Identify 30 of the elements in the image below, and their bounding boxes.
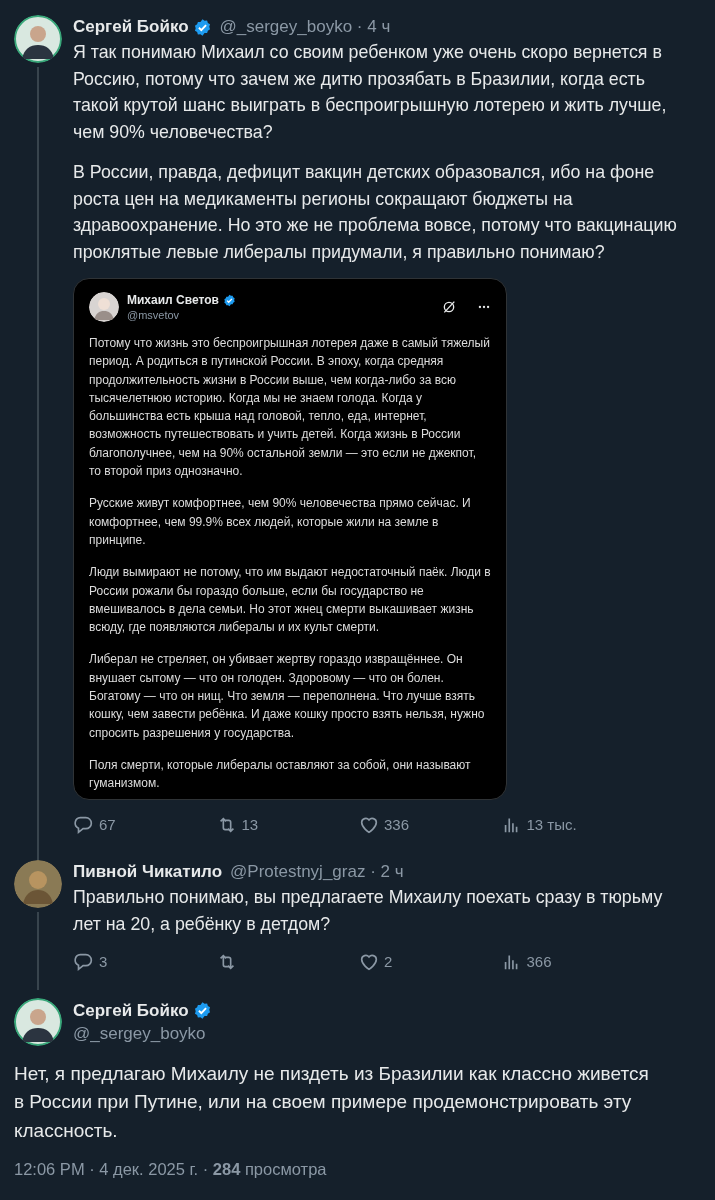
post-text: Потому что жизнь это беспроигрышная лотерея даже в самый тяжелый период. А родиться в путинской России. В эпоху, когда средняя продолжительность жизни в России выше, чем когда-либо за всю тысячелетнюю историю. Когда мы не знаем голода. Когда у большинства есть крыша над головой, тепло, еда, интернет, возможность путешествовать и учить детей. Когда жизнь в России благополучнее, чем на 90% остальной земли — это если не джекпот, то второй приз однозначно. bbox=[89, 335, 491, 481]
post-timestamp: 12:06 PM · 4 дек. 2025 г. · 284 просмотра bbox=[14, 1159, 328, 1181]
post-text: Я так понимаю Михаил со своим ребенком уже очень скоро вернется в Россию, потому что зачем же дитю прозябать в Бразилии, когда есть такой крутой шанс выиграть в беспроигрышную лотерею и жить лучше, чем 90% человечества? bbox=[73, 41, 668, 144]
handle-time: @Protestnyj_graz · 2 ч bbox=[230, 861, 404, 884]
author-name[interactable]: Пивной Чикатило bbox=[73, 860, 223, 885]
handle-text: @msvetov bbox=[127, 309, 181, 322]
avatar[interactable] bbox=[14, 860, 62, 909]
action-button[interactable]: 3 bbox=[73, 951, 108, 974]
post-text: Поля смерти, которые либералы оставляют за собой, они называют гуманизмом. bbox=[89, 756, 472, 793]
author-name[interactable]: Михаил Светов bbox=[127, 291, 219, 309]
post-text: Нет, я предлагаю Михаилу не пиздеть из Бразилии как классно живется в России при Путине, или на своем примере продемонстрировать эту классность. bbox=[14, 1061, 650, 1143]
author-name[interactable]: Сергей Бойко bbox=[73, 15, 189, 39]
avatar[interactable] bbox=[14, 15, 62, 63]
post-text: Либерал не стреляет, он убивает жертву гораздо извращённее. Он внушает сытому — что он голоден. Здоровому — что он болен. Богатому — что он нищ. Что земля — переполнена. Что лучше взять кошку, чем завести ребёнка. И даже кошку просто взять нельзя, нужно спросить разрешения у государства. bbox=[89, 651, 486, 742]
action-button[interactable]: 336 bbox=[358, 813, 410, 837]
post-text: Русские живут комфортнее, чем 90% человечества прямо сейчас. И комфортнее, чем 99.9% всех людей, которые жили на земле в принципе. bbox=[89, 495, 472, 549]
action-button[interactable]: 366 bbox=[500, 951, 552, 974]
author-name[interactable]: Сергей Бойко bbox=[73, 998, 189, 1023]
quoted-post-card[interactable] bbox=[73, 278, 507, 800]
handle-text: @_sergey_boyko bbox=[73, 1022, 207, 1045]
post-text: Люди вымирают не потому, что им выдают недостаточный паёк. Люди в России рожали бы гораздо больше, если бы государство не вмешивалось в дела семьи. Но этот жнец смерти выкашивает жизнь всюду, где появляются либералы и их культ смерти. bbox=[89, 564, 491, 637]
action-button[interactable]: 67 bbox=[73, 813, 116, 837]
action-button[interactable]: 13 bbox=[215, 813, 259, 837]
action-button[interactable]: 2 bbox=[358, 951, 393, 974]
action-button[interactable]: 13 тыс. bbox=[500, 813, 577, 837]
post-text: Правильно понимаю, вы предлагаете Михаилу поехать сразу в тюрьму лет на 20, а ребёнку в детдом? bbox=[73, 886, 664, 936]
avatar[interactable] bbox=[89, 291, 119, 322]
post-text: В России, правда, дефицит вакцин детских образовался, ибо на фоне роста цен на медикаменты регионы сокращают бюджеты на здравоохранение. Но это же не проблема вовсе, потому что вакцинацию проклятые левые либералы придумали, я правильно понимаю? bbox=[73, 161, 678, 264]
handle-time: @_sergey_boyko · 4 ч bbox=[219, 16, 391, 38]
avatar[interactable] bbox=[14, 997, 62, 1046]
